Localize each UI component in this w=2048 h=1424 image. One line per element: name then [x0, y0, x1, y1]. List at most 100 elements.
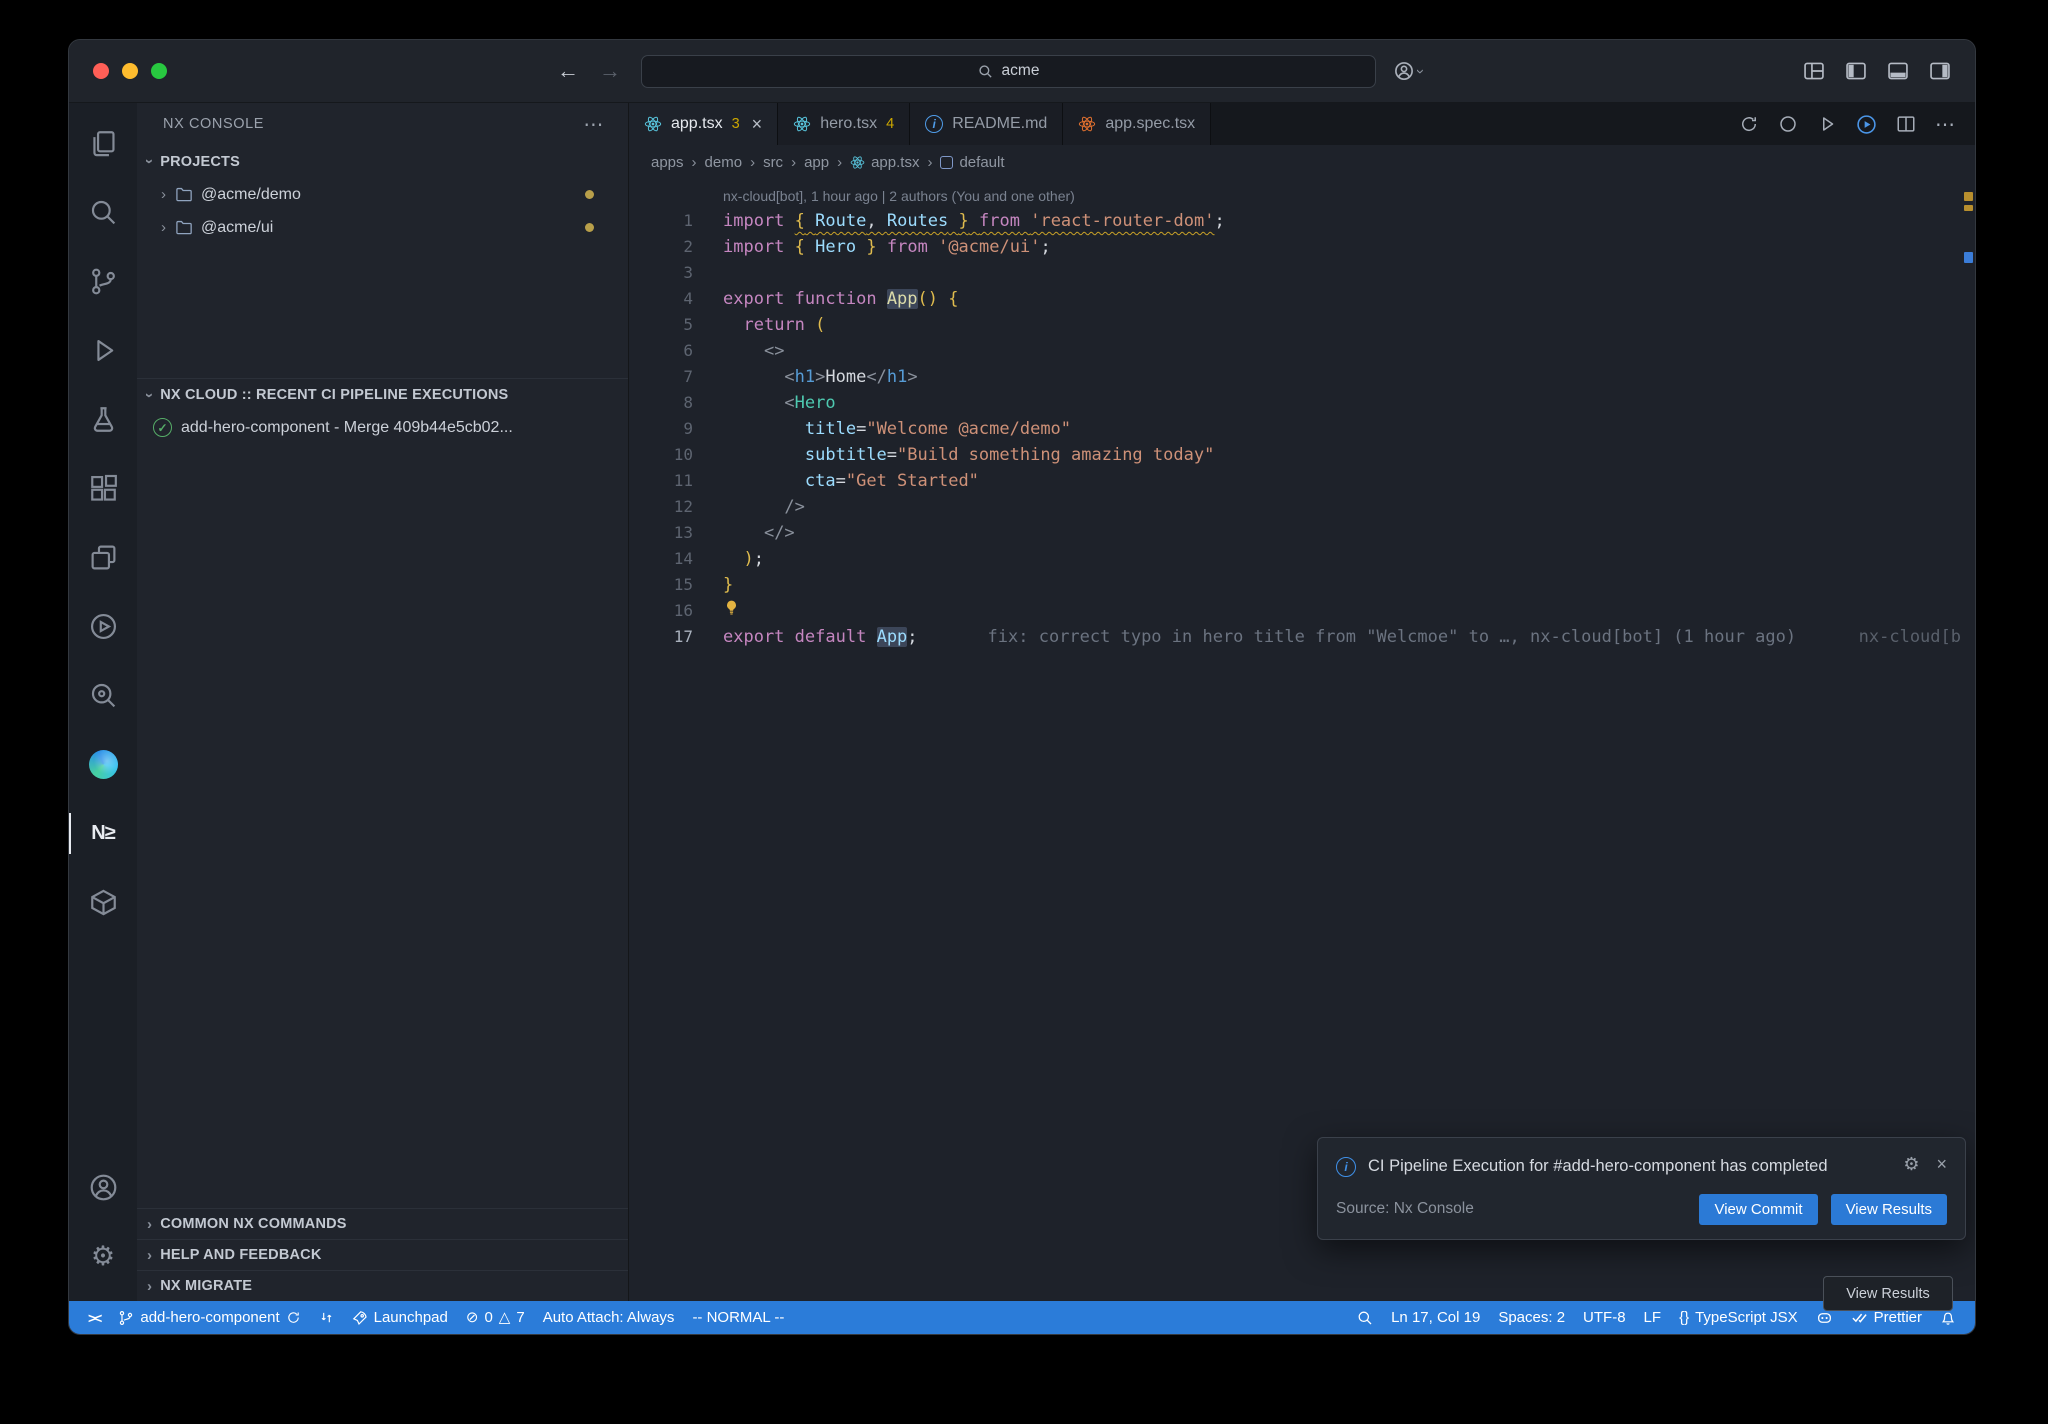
command-center-search[interactable]: acme [641, 55, 1376, 88]
toggle-primary-sidebar-icon[interactable] [1845, 60, 1867, 82]
vim-mode-item[interactable]: -- NORMAL -- [683, 1301, 793, 1334]
eol-item[interactable]: LF [1635, 1309, 1671, 1326]
navigate-forward-icon[interactable]: → [589, 58, 631, 84]
notification-close-icon[interactable]: × [1936, 1154, 1947, 1175]
breadcrumb-item[interactable]: src [763, 154, 783, 171]
customize-layout-icon[interactable] [1803, 60, 1825, 82]
remote-indicator[interactable]: >< [79, 1301, 109, 1334]
activity-extensions[interactable] [69, 454, 137, 523]
tab-app-tsx[interactable]: app.tsx 3 × [629, 103, 778, 145]
nx-run-icon[interactable] [1856, 114, 1877, 135]
code-line[interactable]: 11 cta="Get Started" [629, 468, 1975, 494]
auto-attach-item[interactable]: Auto Attach: Always [534, 1301, 684, 1334]
encoding-item[interactable]: UTF-8 [1574, 1309, 1635, 1326]
minimize-window-button[interactable] [122, 63, 138, 79]
breadcrumb-item-file[interactable]: app.tsx [850, 154, 919, 171]
compare-changes-item[interactable] [310, 1301, 343, 1334]
code-line[interactable]: 12 /> [629, 494, 1975, 520]
section-projects[interactable]: › PROJECTS [137, 145, 628, 178]
activity-settings[interactable]: ⚙ [69, 1222, 137, 1291]
section-nx-cloud[interactable]: › NX CLOUD :: RECENT CI PIPELINE EXECUTI… [137, 378, 628, 411]
code-line[interactable]: 7 <h1>Home</h1> [629, 364, 1975, 390]
code-token: export [723, 627, 784, 647]
code-line[interactable]: 16 [629, 598, 1975, 624]
activity-search[interactable] [69, 178, 137, 247]
code-line[interactable]: 2import { Hero } from '@acme/ui'; [629, 234, 1975, 260]
activity-run-debug[interactable] [69, 316, 137, 385]
notifications-item[interactable] [1931, 1310, 1965, 1326]
tab-app-spec-tsx[interactable]: app.spec.tsx [1063, 103, 1211, 145]
activity-nx-console[interactable]: N≥ [69, 799, 137, 868]
activity-source-control[interactable] [69, 247, 137, 316]
line-content: title="Welcome @acme/demo" [693, 416, 1071, 442]
problems-indicator[interactable]: ⊘ 0 △ 7 [457, 1301, 534, 1334]
formatter-item[interactable]: Prettier [1842, 1309, 1931, 1326]
code-line[interactable]: 3 [629, 260, 1975, 286]
zoom-item[interactable] [1348, 1310, 1382, 1326]
goto-symbol-icon[interactable] [1778, 114, 1798, 134]
breadcrumb-item-symbol[interactable]: default [940, 154, 1004, 171]
toggle-changes-icon[interactable] [1739, 114, 1759, 134]
tab-label: README.md [952, 115, 1047, 133]
view-commit-button[interactable]: View Commit [1699, 1194, 1817, 1225]
toggle-panel-icon[interactable] [1887, 60, 1909, 82]
code-line[interactable]: 4export function App() { [629, 286, 1975, 312]
profile-button[interactable]: › [1394, 61, 1423, 81]
breadcrumb-item[interactable]: app [804, 154, 829, 171]
split-editor-icon[interactable] [1896, 114, 1916, 134]
section-help-feedback[interactable]: › HELP AND FEEDBACK [137, 1239, 628, 1270]
code-line[interactable]: 15} [629, 572, 1975, 598]
tab-readme-md[interactable]: i README.md [910, 103, 1063, 145]
breadcrumb-item[interactable]: apps [651, 154, 684, 171]
lightbulb-icon[interactable] [723, 599, 745, 616]
launchpad-item[interactable]: Launchpad [343, 1301, 457, 1334]
view-results-button[interactable]: View Results [1831, 1194, 1947, 1225]
copilot-item[interactable] [1807, 1309, 1842, 1326]
close-window-button[interactable] [93, 63, 109, 79]
codelens-authors[interactable]: nx-cloud[bot], 1 hour ago | 2 authors (Y… [629, 183, 1975, 208]
chevron-collapsed-icon: › [147, 1279, 152, 1294]
code-line[interactable]: 14 ); [629, 546, 1975, 572]
code-line[interactable]: 13 </> [629, 520, 1975, 546]
language-label: TypeScript JSX [1695, 1309, 1798, 1326]
activity-package-explorer[interactable] [69, 868, 137, 937]
activity-code-search[interactable] [69, 661, 137, 730]
activity-edge-tools[interactable] [69, 730, 137, 799]
activity-explorer[interactable] [69, 109, 137, 178]
code-token: > [907, 367, 917, 387]
notification-settings-icon[interactable]: ⚙ [1903, 1154, 1919, 1175]
code-line[interactable]: 5 return ( [629, 312, 1975, 338]
section-common-nx-commands[interactable]: › COMMON NX COMMANDS [137, 1208, 628, 1239]
close-tab-icon[interactable]: × [752, 114, 763, 135]
code-line[interactable]: 10 subtitle="Build something amazing tod… [629, 442, 1975, 468]
toggle-secondary-sidebar-icon[interactable] [1929, 60, 1951, 82]
tab-hero-tsx[interactable]: hero.tsx 4 [778, 103, 910, 145]
language-mode-item[interactable]: {} TypeScript JSX [1670, 1309, 1807, 1326]
more-actions-icon[interactable]: ⋯ [1935, 112, 1955, 137]
project-acme-demo[interactable]: › @acme/demo [137, 178, 628, 211]
code-line[interactable]: 1import { Route, Routes } from 'react-ro… [629, 208, 1975, 234]
code-editor[interactable]: nx-cloud[bot], 1 hour ago | 2 authors (Y… [629, 180, 1975, 1301]
eol-label: LF [1644, 1309, 1662, 1326]
pipeline-execution-item[interactable]: ✓ add-hero-component - Merge 409b44e5cb0… [137, 411, 628, 444]
more-actions-icon[interactable]: ⋯ [573, 112, 614, 137]
activity-testing[interactable] [69, 385, 137, 454]
code-line[interactable]: 9 title="Welcome @acme/demo" [629, 416, 1975, 442]
code-line[interactable]: 8 <Hero [629, 390, 1975, 416]
code-token [723, 523, 764, 543]
activity-accounts[interactable] [69, 1153, 137, 1222]
code-line[interactable]: 6 <> [629, 338, 1975, 364]
activity-run-circle[interactable] [69, 592, 137, 661]
breadcrumb-item[interactable]: demo [705, 154, 743, 171]
activity-remote-explorer[interactable] [69, 523, 137, 592]
branch-indicator[interactable]: add-hero-component [109, 1301, 309, 1334]
cursor-position-item[interactable]: Ln 17, Col 19 [1382, 1309, 1489, 1326]
section-nx-migrate[interactable]: › NX MIGRATE [137, 1270, 628, 1301]
project-acme-ui[interactable]: › @acme/ui [137, 211, 628, 244]
overview-ruler[interactable] [1964, 180, 1973, 1301]
indentation-item[interactable]: Spaces: 2 [1489, 1309, 1574, 1326]
run-file-icon[interactable] [1817, 114, 1837, 134]
navigate-back-icon[interactable]: ← [547, 58, 589, 84]
code-line[interactable]: 17export default App;fix: correct typo i… [629, 624, 1975, 650]
zoom-window-button[interactable] [151, 63, 167, 79]
